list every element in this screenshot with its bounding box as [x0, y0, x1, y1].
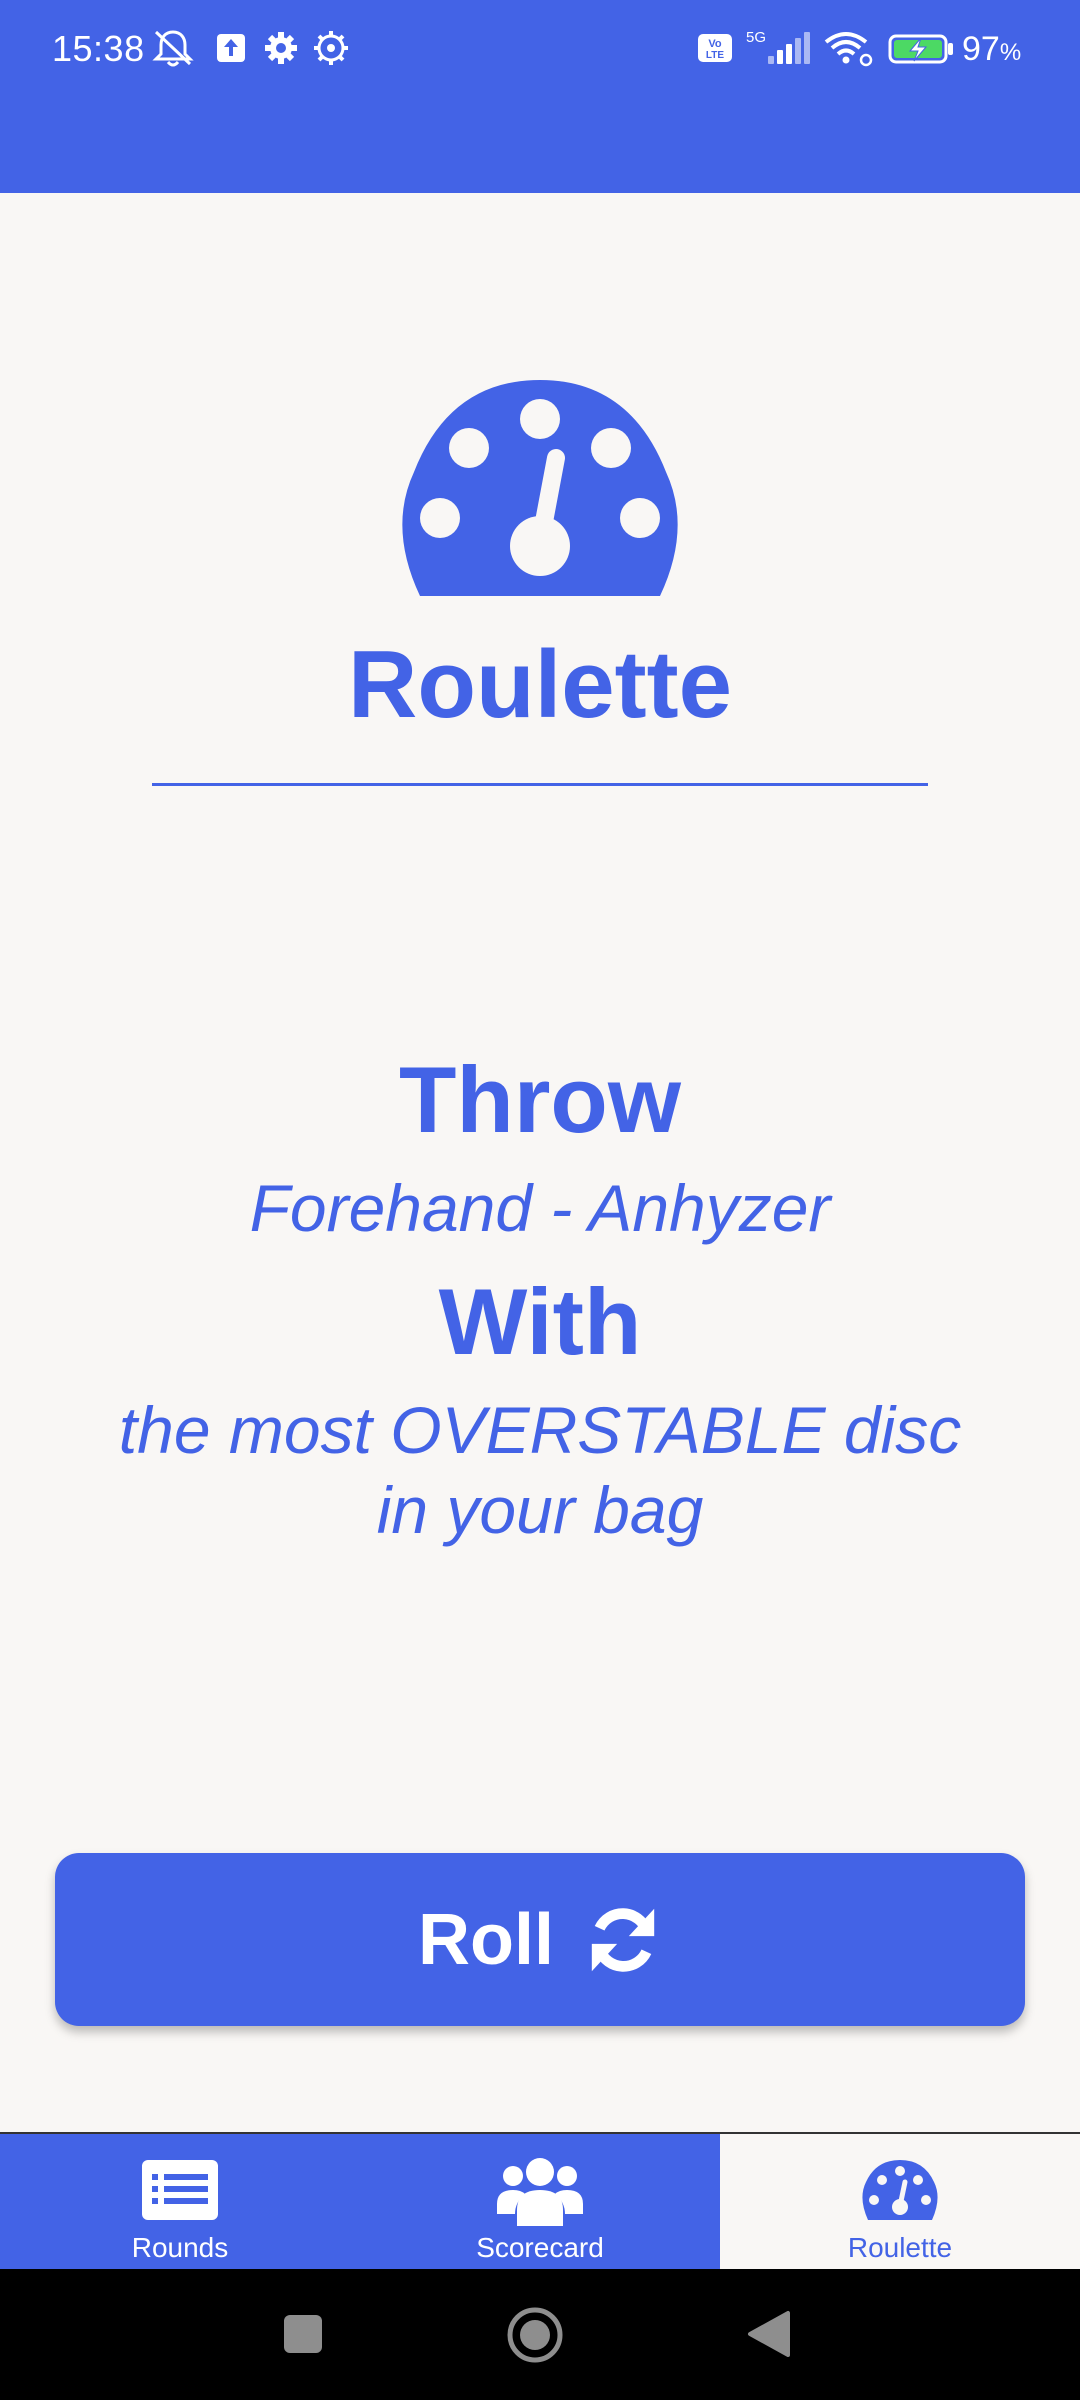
refresh-icon — [591, 1907, 655, 1972]
nav-item-scorecard[interactable]: Scorecard — [360, 2134, 720, 2269]
title-divider — [152, 783, 928, 786]
recents-square-icon[interactable] — [282, 2313, 324, 2355]
throw-value: Forehand - Anhyzer — [249, 1171, 831, 1245]
svg-text:5G: 5G — [746, 29, 766, 46]
roll-button[interactable]: Roll — [55, 1853, 1025, 2026]
gauge-icon — [402, 380, 678, 596]
list-icon — [142, 2160, 218, 2220]
battery-percent: 97% — [962, 30, 1022, 68]
upload-icon — [217, 34, 245, 62]
volte-icon: Vo LTE — [698, 34, 732, 62]
signal-icon: 5G — [746, 29, 810, 64]
back-triangle-icon[interactable] — [746, 2309, 792, 2359]
gear-outline-icon — [314, 31, 348, 65]
app-screen: 15:38 Vo LTE 5G 97% Roulette Throw Foreh… — [0, 0, 1080, 2400]
system-nav-bar — [0, 2269, 1080, 2400]
battery-charging-icon — [888, 34, 953, 64]
with-value-line-2: in your bag — [376, 1473, 704, 1547]
nav-label-roulette: Roulette — [847, 2232, 953, 2263]
gauge-icon — [862, 2160, 938, 2220]
status-time: 15:38 — [52, 28, 145, 69]
page-title: Roulette — [348, 631, 732, 738]
bottom-nav: Rounds Scorecard Roulette — [0, 2132, 1080, 2269]
svg-text:Vo: Vo — [708, 38, 722, 50]
mute-icon — [152, 30, 194, 67]
with-heading: With — [438, 1269, 642, 1374]
settings-icon — [265, 32, 297, 64]
with-value-line-1: the most OVERSTABLE disc — [118, 1393, 962, 1467]
users-icon — [497, 2158, 583, 2226]
roll-button-label: Roll — [418, 1899, 554, 1980]
throw-heading: Throw — [399, 1047, 681, 1152]
app-bar: 15:38 Vo LTE 5G 97% — [0, 0, 1080, 193]
nav-item-rounds[interactable]: Rounds — [0, 2134, 360, 2269]
home-circle-icon[interactable] — [506, 2306, 564, 2364]
with-value: the most OVERSTABLE disc in your bag — [0, 1390, 1080, 1550]
svg-text:LTE: LTE — [706, 50, 724, 61]
nav-label-scorecard: Scorecard — [476, 2232, 604, 2263]
nav-item-roulette[interactable]: Roulette — [720, 2134, 1080, 2269]
nav-label-rounds: Rounds — [131, 2232, 229, 2263]
wifi-icon — [824, 32, 873, 67]
